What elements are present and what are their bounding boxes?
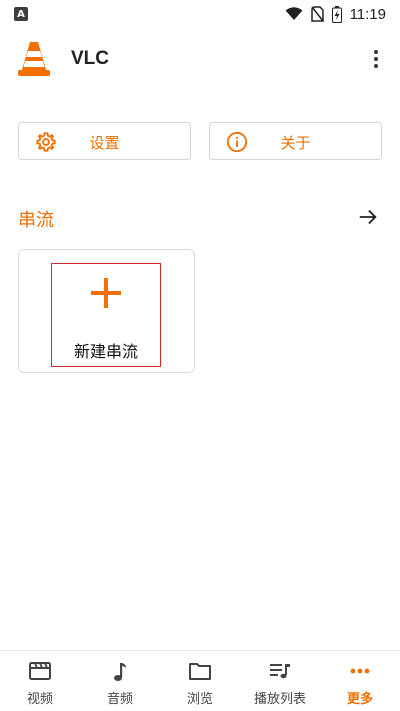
settings-label: 设置 xyxy=(89,134,120,152)
nav-item-video[interactable]: 视频 xyxy=(0,651,80,711)
new-stream-label: 新建串流 xyxy=(73,342,138,361)
nav-label-audio: 音频 xyxy=(106,692,133,707)
app-title: VLC xyxy=(71,48,109,69)
menu-dot xyxy=(374,50,378,54)
menu-dot xyxy=(374,64,378,68)
folder-icon xyxy=(160,661,240,681)
nav-label-video: 视频 xyxy=(26,692,53,707)
nav-label-playlists: 播放列表 xyxy=(253,692,306,707)
more-dots-icon xyxy=(320,661,400,681)
nav-item-audio[interactable]: 音频 xyxy=(80,651,160,711)
plus-icon xyxy=(89,276,123,314)
battery-charging-icon xyxy=(331,5,342,23)
nav-item-playlists[interactable]: 播放列表 xyxy=(240,651,320,711)
bottom-navigation: 视频 音频 浏览 播放列表 更多 xyxy=(0,650,400,711)
status-time: 11:19 xyxy=(349,5,386,23)
no-sim-icon xyxy=(310,6,324,22)
video-icon xyxy=(0,661,80,681)
nav-item-more[interactable]: 更多 xyxy=(320,651,400,711)
vlc-more-screen: A 11:19 VLC 设置 关于 串流 新建串流 视频 音频 浏览 播放列表 … xyxy=(0,0,400,711)
app-notification-icon: A xyxy=(14,7,28,21)
arrow-right-icon[interactable] xyxy=(357,206,379,232)
status-bar: A 11:19 xyxy=(0,0,400,28)
vlc-logo-icon xyxy=(17,40,51,82)
music-note-icon xyxy=(80,661,160,683)
menu-dot xyxy=(374,57,378,61)
status-left: A xyxy=(14,7,28,21)
app-header: VLC xyxy=(0,36,400,84)
nav-item-browse[interactable]: 浏览 xyxy=(160,651,240,711)
about-button[interactable]: 关于 xyxy=(209,122,382,160)
playlist-icon xyxy=(240,661,320,681)
nav-label-more: 更多 xyxy=(346,692,373,707)
overflow-menu-icon[interactable] xyxy=(366,46,386,72)
about-label: 关于 xyxy=(280,134,311,152)
streams-section-title: 串流 xyxy=(18,210,54,231)
wifi-icon xyxy=(285,7,303,21)
nav-label-browse: 浏览 xyxy=(186,692,213,707)
status-right: 11:19 xyxy=(285,5,386,23)
settings-button[interactable]: 设置 xyxy=(18,122,191,160)
